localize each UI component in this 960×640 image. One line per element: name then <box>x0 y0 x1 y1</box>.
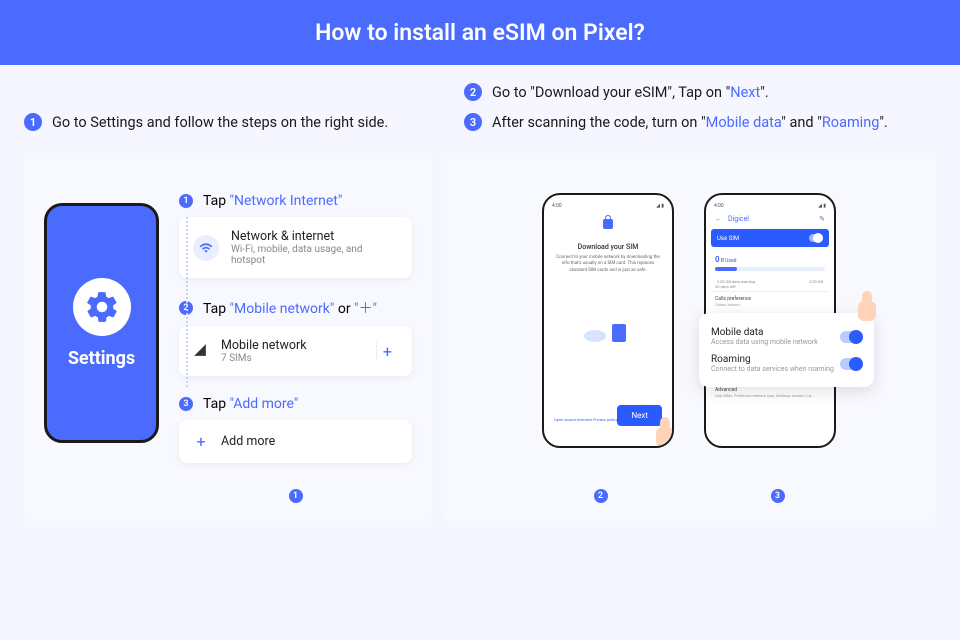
calls-preference-row[interactable]: Calls preference China Unicom <box>711 291 829 311</box>
bullet-2: 2 <box>464 83 482 101</box>
lock-icon <box>603 219 613 229</box>
license-links[interactable]: Open source licenses Privacy policy <box>554 417 617 422</box>
status-icons: ◢ ▮ <box>656 203 664 209</box>
panel-right: 4:00 ◢ ▮ Download your SIM Connect to yo… <box>442 153 936 521</box>
page-header: How to install an eSIM on Pixel? <box>0 0 960 65</box>
mobile-data-link: Mobile data <box>706 114 782 131</box>
download-sim-title: Download your SIM <box>555 243 661 251</box>
wifi-icon <box>193 235 219 261</box>
roaming-link: Roaming <box>822 114 879 131</box>
instructions-row: 1 Go to Settings and follow the steps on… <box>0 65 960 153</box>
instruction-2: 2 Go to "Download your eSIM", Tap on "Ne… <box>464 83 936 101</box>
carrier-header: ← Digicel ✎ <box>711 213 829 229</box>
download-sim-desc: Connect to your mobile network by downlo… <box>555 255 661 274</box>
bullet-3: 3 <box>464 113 482 131</box>
next-link: Next <box>730 84 760 101</box>
mobile-network-card[interactable]: Mobile network 7 SIMs + <box>179 326 412 376</box>
gear-icon <box>73 278 131 336</box>
instruction-3: 3 After scanning the code, turn on "Mobi… <box>464 113 936 131</box>
panel-left-footer-num: 1 <box>289 489 303 503</box>
panel-left: Settings 1 Tap "Network Internet" Networ… <box>24 153 432 521</box>
step-1-bullet: 1 <box>179 194 193 208</box>
dotted-connector <box>186 217 188 387</box>
roaming-toggle[interactable]: Roaming Connect to data services when ro… <box>711 350 862 377</box>
hand-pointer-icon <box>652 417 674 448</box>
settings-label: Settings <box>68 348 135 369</box>
toggle-icon <box>809 234 823 242</box>
mobile-data-toggle[interactable]: Mobile data Access data using mobile net… <box>711 323 862 350</box>
hand-pointer-icon <box>854 291 882 325</box>
panel-right-footer-3: 3 <box>771 489 785 503</box>
step-1: 1 Tap "Network Internet" Network & inter… <box>179 193 412 278</box>
step-3-bullet: 3 <box>179 397 193 411</box>
panel-right-footer-2: 2 <box>594 489 608 503</box>
step-3: 3 Tap "Add more" + Add more <box>179 396 412 463</box>
instruction-1-text: Go to Settings and follow the steps on t… <box>52 114 388 131</box>
signal-icon <box>193 343 209 360</box>
download-illustration <box>578 312 638 357</box>
phone-download-sim: 4:00 ◢ ▮ Download your SIM Connect to yo… <box>542 193 674 448</box>
add-more-card[interactable]: + Add more <box>179 420 412 463</box>
network-internet-card[interactable]: Network & internet Wi-Fi, mobile, data u… <box>179 217 412 278</box>
mobile-data-popup: Mobile data Access data using mobile net… <box>699 313 874 387</box>
instruction-1: 1 Go to Settings and follow the steps on… <box>24 113 424 131</box>
edit-icon[interactable]: ✎ <box>819 215 825 223</box>
step-2: 2 Tap "Mobile network" or "＋" Mobile net… <box>179 298 412 376</box>
use-sim-toggle[interactable]: Use SIM <box>711 229 829 247</box>
switch-icon <box>840 331 862 343</box>
plus-icon: + <box>193 432 209 451</box>
plus-button[interactable]: + <box>376 342 398 361</box>
status-icons: ◢ ▮ <box>818 203 826 209</box>
steps-column: 1 Tap "Network Internet" Network & inter… <box>179 193 412 503</box>
back-arrow-icon[interactable]: ← <box>715 215 722 223</box>
page-title: How to install an eSIM on Pixel? <box>315 19 645 46</box>
switch-icon <box>840 358 862 370</box>
phone-settings-mock: Settings <box>44 203 159 443</box>
panels-container: Settings 1 Tap "Network Internet" Networ… <box>0 153 960 521</box>
usage-bar <box>715 267 825 271</box>
bullet-1: 1 <box>24 113 42 131</box>
